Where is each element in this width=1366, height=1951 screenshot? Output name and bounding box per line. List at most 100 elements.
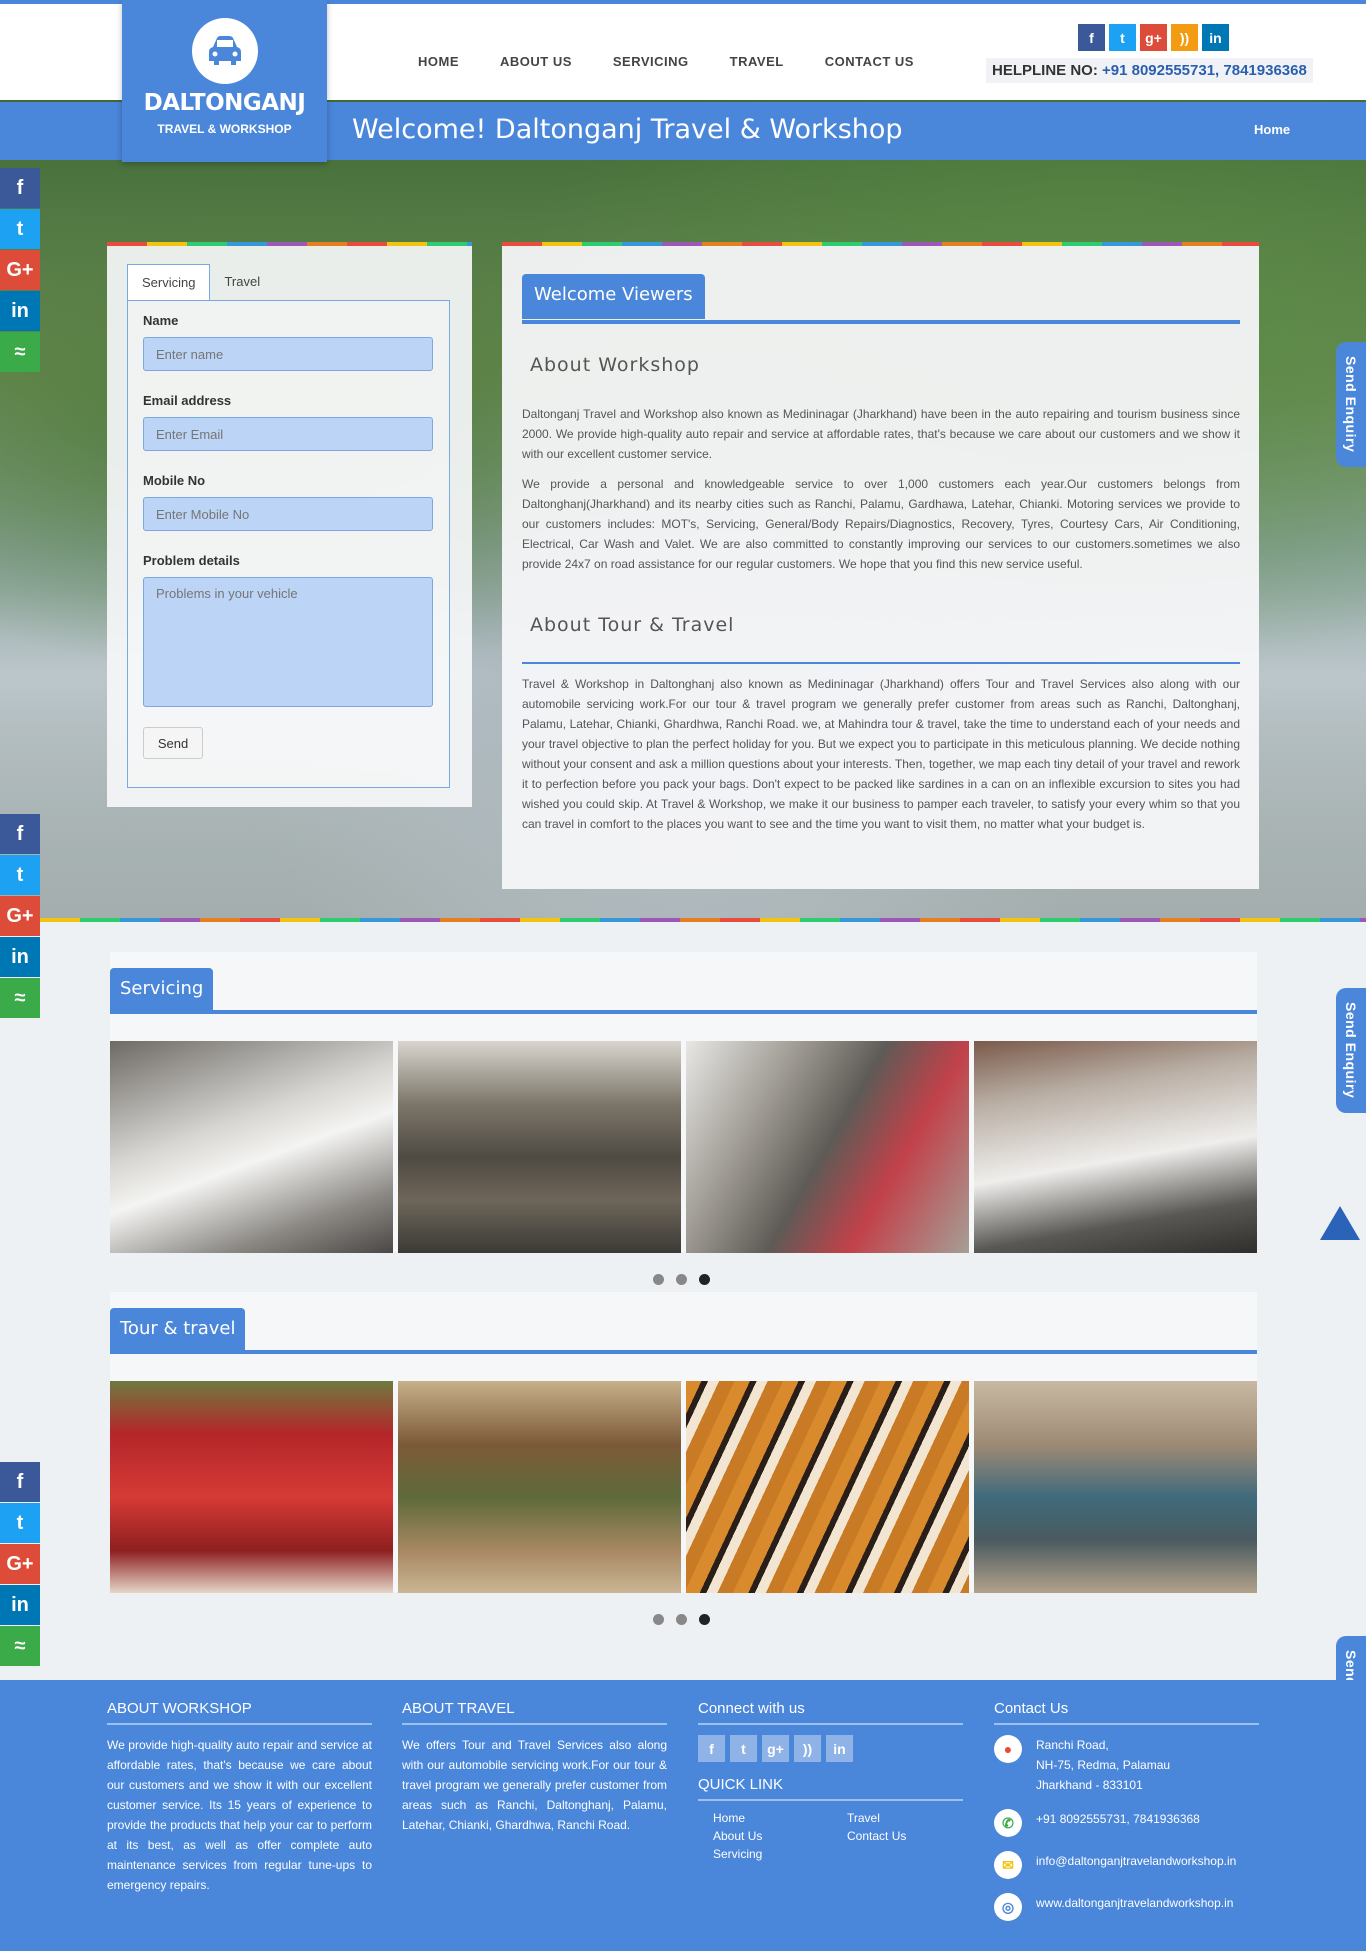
problem-textarea[interactable] <box>143 577 433 707</box>
about-workshop-text: Daltonganj Travel and Workshop also know… <box>522 407 1240 461</box>
twitter-icon[interactable]: t <box>730 1735 757 1762</box>
twitter-icon[interactable]: t <box>1109 24 1136 51</box>
problem-label: Problem details <box>143 553 240 568</box>
google-plus-share-icon[interactable]: G+ <box>0 250 40 290</box>
twitter-share-icon[interactable]: t <box>0 1503 40 1543</box>
carousel-dot[interactable] <box>653 1274 664 1285</box>
facebook-share-icon[interactable]: f <box>0 1462 40 1502</box>
about-workshop-text-2: We provide a personal and knowledgeable … <box>522 477 1240 571</box>
more-share-icon[interactable]: ≈ <box>0 1626 40 1666</box>
globe-icon: ◎ <box>994 1893 1022 1921</box>
breadcrumb-home[interactable]: Home <box>1254 122 1290 137</box>
carousel-dot[interactable] <box>676 1274 687 1285</box>
footer-heading: ABOUT TRAVEL <box>402 1700 667 1725</box>
contact-email: ✉ info@daltonganjtravelandworkshop.in <box>994 1851 1259 1879</box>
scroll-top-icon[interactable] <box>1320 1206 1360 1240</box>
mobile-input[interactable] <box>143 497 433 531</box>
send-enquiry-tab[interactable]: Send Enquiry <box>1336 988 1366 1113</box>
helpline-label: HELPLINE NO: <box>992 62 1098 79</box>
quick-link-travel[interactable]: Travel <box>847 1811 967 1825</box>
google-plus-icon[interactable]: g+ <box>1140 24 1167 51</box>
carousel-dot-active[interactable] <box>699 1274 710 1285</box>
send-enquiry-tab[interactable]: Send Enquiry <box>1336 342 1366 467</box>
servicing-photo[interactable] <box>974 1041 1257 1253</box>
google-plus-share-icon[interactable]: G+ <box>0 1544 40 1584</box>
about-workshop-heading: About Workshop <box>530 354 700 376</box>
email-label: Email address <box>143 393 232 408</box>
name-input[interactable] <box>143 337 433 371</box>
more-share-icon[interactable]: ≈ <box>0 332 40 372</box>
facebook-icon[interactable]: f <box>1078 24 1105 51</box>
nav-servicing[interactable]: SERVICING <box>613 54 689 69</box>
nav-contact-us[interactable]: CONTACT US <box>825 54 914 69</box>
mail-icon: ✉ <box>994 1851 1022 1879</box>
tour-title: Tour & travel <box>110 1308 246 1351</box>
mobile-label: Mobile No <box>143 473 206 488</box>
contact-address: ● Ranchi Road, NH-75, Redma, Palamau Jhark… <box>994 1735 1259 1795</box>
contact-phone: ✆ +91 8092555731, 7841936368 <box>994 1809 1259 1837</box>
share-bar: f t G+ in ≈ <box>0 1462 40 1667</box>
carousel-dot-active[interactable] <box>699 1614 710 1625</box>
carousel-dot[interactable] <box>676 1614 687 1625</box>
footer-heading: ABOUT WORKSHOP <box>107 1700 372 1725</box>
more-share-icon[interactable]: ≈ <box>0 978 40 1018</box>
carousel-dots <box>653 1614 710 1625</box>
footer-about-travel: ABOUT TRAVEL We offers Tour and Travel S… <box>402 1700 667 1835</box>
email-input[interactable] <box>143 417 433 451</box>
footer-contact: Contact Us ● Ranchi Road, NH-75, Redma, P… <box>994 1700 1259 1935</box>
about-panel: Welcome Viewers About Workshop Daltongan… <box>502 242 1259 889</box>
share-bar: f t G+ in ≈ <box>0 168 40 373</box>
facebook-share-icon[interactable]: f <box>0 814 40 854</box>
linkedin-share-icon[interactable]: in <box>0 937 40 977</box>
website-link[interactable]: www.daltonganjtravelandworkshop.in <box>1036 1893 1233 1913</box>
helpline-numbers[interactable]: +91 8092555731, 7841936368 <box>1102 62 1307 79</box>
phone-number[interactable]: +91 8092555731, 7841936368 <box>1036 1809 1200 1829</box>
carousel-dot[interactable] <box>653 1614 664 1625</box>
tour-photo[interactable] <box>686 1381 969 1593</box>
tab-servicing[interactable]: Servicing <box>127 264 211 300</box>
footer-heading: QUICK LINK <box>698 1776 963 1801</box>
servicing-photo[interactable] <box>686 1041 969 1253</box>
tour-photo[interactable] <box>110 1381 393 1593</box>
quick-links: Home Travel About Us Contact Us Servicin… <box>698 1811 963 1861</box>
nav-home[interactable]: HOME <box>418 54 459 69</box>
google-plus-share-icon[interactable]: G+ <box>0 896 40 936</box>
footer-about-workshop: ABOUT WORKSHOP We provide high-quality a… <box>107 1700 372 1895</box>
tour-photo[interactable] <box>974 1381 1257 1593</box>
servicing-photo[interactable] <box>398 1041 681 1253</box>
linkedin-share-icon[interactable]: in <box>0 1585 40 1625</box>
site-footer: ABOUT WORKSHOP We provide high-quality a… <box>0 1680 1366 1951</box>
quick-link-servicing[interactable]: Servicing <box>713 1847 847 1861</box>
tour-photo[interactable] <box>398 1381 681 1593</box>
nav-travel[interactable]: TRAVEL <box>730 54 784 69</box>
linkedin-icon[interactable]: in <box>1202 24 1229 51</box>
send-button[interactable]: Send <box>143 727 203 759</box>
header-social-links: f t g+ )) in <box>1078 24 1229 51</box>
facebook-icon[interactable]: f <box>698 1735 725 1762</box>
facebook-share-icon[interactable]: f <box>0 168 40 208</box>
phone-icon: ✆ <box>994 1809 1022 1837</box>
site-logo[interactable]: DALTONGANJ TRAVEL & WORKSHOP <box>122 0 327 162</box>
quick-link-home[interactable]: Home <box>713 1811 847 1825</box>
email-link[interactable]: info@daltonganjtravelandworkshop.in <box>1036 1851 1236 1871</box>
quick-link-contact-us[interactable]: Contact Us <box>847 1829 967 1843</box>
servicing-title: Servicing <box>110 968 214 1011</box>
footer-text: We provide high-quality auto repair and … <box>107 1738 372 1892</box>
google-plus-icon[interactable]: g+ <box>762 1735 789 1762</box>
quick-link-about-us[interactable]: About Us <box>713 1829 847 1843</box>
twitter-share-icon[interactable]: t <box>0 855 40 895</box>
linkedin-share-icon[interactable]: in <box>0 291 40 331</box>
linkedin-icon[interactable]: in <box>826 1735 853 1762</box>
twitter-share-icon[interactable]: t <box>0 209 40 249</box>
contact-web: ◎ www.daltonganjtravelandworkshop.in <box>994 1893 1259 1921</box>
servicing-form: Name Email address Mobile No Problem det… <box>127 300 450 788</box>
main-nav: HOME ABOUT US SERVICING TRAVEL CONTACT U… <box>418 54 955 69</box>
share-bar: f t G+ in ≈ <box>0 814 40 1019</box>
servicing-photo[interactable] <box>110 1041 393 1253</box>
footer-social-links: f t g+ )) in <box>698 1735 963 1762</box>
brand-tagline: TRAVEL & WORKSHOP <box>157 122 292 136</box>
nav-about-us[interactable]: ABOUT US <box>500 54 572 69</box>
rss-icon[interactable]: )) <box>794 1735 821 1762</box>
rss-icon[interactable]: )) <box>1171 24 1198 51</box>
tab-travel[interactable]: Travel <box>210 264 274 300</box>
